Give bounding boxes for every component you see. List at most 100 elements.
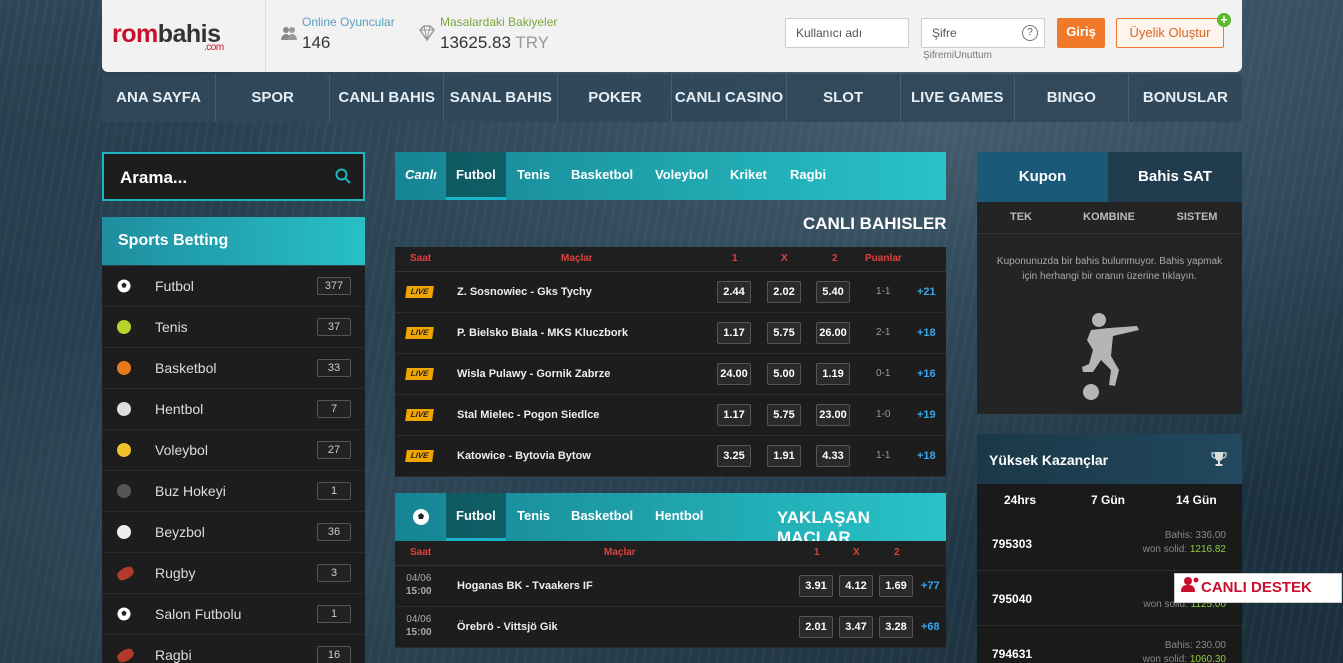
live-support-button[interactable]: CANLI DESTEK [1174, 573, 1342, 603]
tab-futbol[interactable]: Futbol [446, 152, 506, 200]
live-match-row[interactable]: LIVE Stal Mielec - Pogon Siedlce 1.17 5.75 2… [395, 395, 946, 436]
sidebar-item[interactable]: Rugby 3 [102, 553, 365, 594]
sidebar-item-label: Ragbi [155, 647, 192, 663]
more-markets-link[interactable]: +77 [921, 580, 940, 592]
bet-label: Bahis: [1164, 530, 1193, 541]
match-name[interactable]: Z. Sosnowiec - Gks Tychy [457, 286, 592, 298]
username-input[interactable]: Kullanıcı adı [785, 18, 909, 48]
odd-2-button[interactable]: 1.19 [816, 363, 850, 385]
nav-slot[interactable]: SLOT [787, 74, 901, 122]
odd-2-button[interactable]: 3.28 [879, 616, 913, 638]
live-match-row[interactable]: LIVE Z. Sosnowiec - Gks Tychy 2.44 2.02 5.40… [395, 272, 946, 313]
nav-canli-casino[interactable]: CANLI CASINO [672, 74, 787, 122]
nav-poker[interactable]: POKER [558, 74, 673, 122]
odd-x-button[interactable]: 5.75 [767, 322, 801, 344]
subtab-kombine[interactable]: KOMBINE [1065, 202, 1153, 233]
nav-spor[interactable]: SPOR [216, 74, 331, 122]
register-button[interactable]: Üyelik Oluştur [1116, 18, 1224, 48]
site-logo[interactable]: rombahis .com [112, 20, 224, 53]
more-markets-link[interactable]: +16 [917, 368, 936, 380]
match-name[interactable]: Örebrö - Vittsjö Gik [457, 621, 558, 633]
password-input[interactable]: Şifre ? [921, 18, 1045, 48]
subtab-tek[interactable]: TEK [977, 202, 1065, 233]
odd-x-button[interactable]: 1.91 [767, 445, 801, 467]
more-markets-link[interactable]: +18 [917, 327, 936, 339]
match-hour: 15:00 [406, 627, 432, 638]
odd-x-button[interactable]: 2.02 [767, 281, 801, 303]
match-name[interactable]: Stal Mielec - Pogon Siedlce [457, 409, 599, 421]
odd-1-button[interactable]: 1.17 [717, 322, 751, 344]
tab-7-gun[interactable]: 7 Gün [1091, 493, 1125, 507]
match-name[interactable]: P. Bielsko Biala - MKS Kluczbork [457, 327, 628, 339]
divider [265, 0, 266, 72]
odd-2-button[interactable]: 4.33 [816, 445, 850, 467]
sidebar-item[interactable]: Beyzbol 36 [102, 512, 365, 553]
upcoming-match-row[interactable]: 04/06 15:00 Örebrö - Vittsjö Gik 2.01 3.47 3.… [395, 607, 946, 648]
odd-1-button[interactable]: 3.25 [717, 445, 751, 467]
nav-ana-sayfa[interactable]: ANA SAYFA [102, 74, 217, 122]
odd-1-button[interactable]: 3.91 [799, 575, 833, 597]
forgot-password-link[interactable]: ŞifremiUnuttum [923, 50, 992, 61]
nav-canli-bahis[interactable]: CANLI BAHIS [330, 74, 445, 122]
search-icon[interactable] [335, 168, 351, 184]
odd-x-button[interactable]: 5.00 [767, 363, 801, 385]
sidebar-item[interactable]: Hentbol 7 [102, 389, 365, 430]
sidebar-item[interactable]: Buz Hokeyi 1 [102, 471, 365, 512]
bet-amount: Bahis: 336.00 [1165, 530, 1226, 541]
odd-x-button[interactable]: 5.75 [767, 404, 801, 426]
sidebar-item[interactable]: Basketbol 33 [102, 348, 365, 389]
more-markets-link[interactable]: +68 [921, 621, 940, 633]
sidebar-item[interactable]: Ragbi 16 [102, 635, 365, 663]
tab-ragbi[interactable]: Ragbi [780, 152, 836, 200]
tab-futbol-upcoming[interactable]: Futbol [446, 493, 506, 541]
live-match-row[interactable]: LIVE P. Bielsko Biala - MKS Kluczbork 1.17… [395, 313, 946, 354]
odd-2-button[interactable]: 5.40 [816, 281, 850, 303]
more-markets-link[interactable]: +18 [917, 450, 936, 462]
sidebar-item[interactable]: Salon Futbolu 1 [102, 594, 365, 635]
nav-live-games[interactable]: LIVE GAMES [901, 74, 1015, 122]
sidebar-item[interactable]: Voleybol 27 [102, 430, 365, 471]
tab-voleybol[interactable]: Voleybol [645, 152, 718, 200]
odd-2-button[interactable]: 26.00 [816, 322, 850, 344]
odd-x-button[interactable]: 4.12 [839, 575, 873, 597]
tab-kupon[interactable]: Kupon [977, 152, 1108, 202]
live-match-row[interactable]: LIVE Wisla Pulawy - Gornik Zabrze 24.00 5.0… [395, 354, 946, 395]
subtab-sistem[interactable]: SISTEM [1153, 202, 1241, 233]
more-markets-link[interactable]: +19 [917, 409, 936, 421]
tab-tenis-upcoming[interactable]: Tenis [507, 493, 560, 541]
tab-canli[interactable]: Canlı [395, 152, 447, 200]
col-maclar: Maçlar [604, 547, 636, 558]
tab-bahis-sat[interactable]: Bahis SAT [1108, 152, 1242, 202]
nav-sanal-bahis[interactable]: SANAL BAHIS [444, 74, 559, 122]
search-input[interactable]: Arama... [120, 168, 187, 188]
match-name[interactable]: Katowice - Bytovia Bytow [457, 450, 591, 462]
more-markets-link[interactable]: +21 [917, 286, 936, 298]
search-box[interactable]: Arama... [102, 152, 365, 201]
tab-basketbol[interactable]: Basketbol [561, 152, 643, 200]
tab-basketbol-upcoming[interactable]: Basketbol [561, 493, 643, 541]
tab-kriket[interactable]: Kriket [720, 152, 777, 200]
live-bets-title: CANLI BAHISLER [803, 214, 947, 233]
match-name[interactable]: Hoganas BK - Tvaakers IF [457, 580, 593, 592]
tab-hentbol-upcoming[interactable]: Hentbol [645, 493, 713, 541]
live-match-row[interactable]: LIVE Katowice - Bytovia Bytow 3.25 1.91 4.33… [395, 436, 946, 477]
odd-1-button[interactable]: 2.44 [717, 281, 751, 303]
odd-2-button[interactable]: 23.00 [816, 404, 850, 426]
nav-bonuslar[interactable]: BONUSLAR [1129, 74, 1242, 122]
sidebar-item[interactable]: Futbol 377 [102, 266, 365, 307]
tab-24hrs[interactable]: 24hrs [1004, 493, 1036, 507]
nav-bingo[interactable]: BINGO [1015, 74, 1129, 122]
upcoming-match-row[interactable]: 04/06 15:00 Hoganas BK - Tvaakers IF 3.91 4.… [395, 566, 946, 607]
odd-2-button[interactable]: 1.69 [879, 575, 913, 597]
login-button[interactable]: Giriş [1057, 18, 1105, 48]
odd-1-button[interactable]: 24.00 [717, 363, 751, 385]
odd-1-button[interactable]: 2.01 [799, 616, 833, 638]
tab-tenis[interactable]: Tenis [507, 152, 560, 200]
help-icon[interactable]: ? [1022, 25, 1038, 41]
odd-x-button[interactable]: 3.47 [839, 616, 873, 638]
tab-14-gun[interactable]: 14 Gün [1176, 493, 1217, 507]
match-name[interactable]: Wisla Pulawy - Gornik Zabrze [457, 368, 610, 380]
sidebar-item[interactable]: Tenis 37 [102, 307, 365, 348]
odd-1-button[interactable]: 1.17 [717, 404, 751, 426]
live-badge: LIVE [405, 327, 434, 339]
